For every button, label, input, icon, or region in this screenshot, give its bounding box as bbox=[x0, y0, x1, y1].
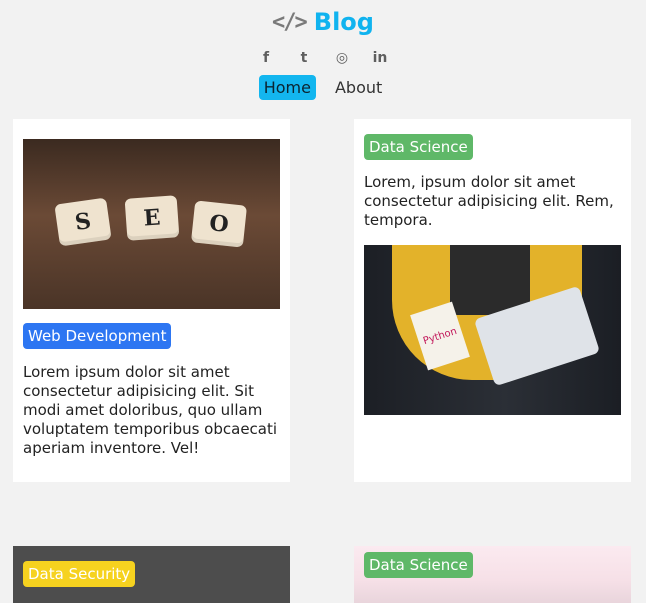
brand[interactable]: </> Blog bbox=[0, 8, 646, 36]
social-links: f t ◎ in bbox=[0, 49, 646, 67]
post-card[interactable]: Data Science Lorem, ipsum dolor sit amet… bbox=[354, 119, 631, 482]
post-card[interactable]: S E O Web Development Lorem ipsum dolor … bbox=[13, 119, 290, 482]
post-image-laptop: Python bbox=[364, 245, 621, 415]
scrabble-tile: O bbox=[190, 200, 248, 248]
main-nav: Home About bbox=[0, 75, 646, 100]
post-tag-wrap: Web Development bbox=[23, 323, 172, 349]
instagram-icon[interactable]: ◎ bbox=[333, 49, 351, 67]
post-tag-wrap: Data Science bbox=[364, 552, 473, 578]
scrabble-tile: S bbox=[54, 197, 112, 247]
post-card[interactable]: Data Security bbox=[13, 546, 290, 603]
twitter-icon[interactable]: t bbox=[295, 49, 313, 67]
post-excerpt: Lorem ipsum dolor sit amet consectetur a… bbox=[23, 363, 278, 457]
category-badge[interactable]: Data Science bbox=[364, 552, 473, 578]
brand-title: Blog bbox=[313, 8, 374, 36]
nav-home[interactable]: Home bbox=[258, 75, 316, 100]
code-icon: </> bbox=[272, 9, 308, 35]
post-excerpt: Lorem, ipsum dolor sit amet consectetur … bbox=[364, 173, 614, 229]
category-badge[interactable]: Web Development bbox=[23, 323, 172, 349]
post-tag-wrap: Data Science bbox=[364, 134, 473, 160]
category-badge[interactable]: Data Security bbox=[23, 561, 136, 587]
category-badge[interactable]: Data Science bbox=[364, 134, 473, 160]
facebook-icon[interactable]: f bbox=[257, 49, 275, 67]
post-card[interactable]: Data Science bbox=[354, 546, 631, 603]
nav-about[interactable]: About bbox=[330, 75, 387, 100]
scrabble-tile: E bbox=[124, 195, 180, 241]
post-tag-wrap: Data Security bbox=[23, 561, 136, 587]
linkedin-icon[interactable]: in bbox=[371, 49, 389, 67]
post-image-seo: S E O bbox=[23, 139, 280, 309]
